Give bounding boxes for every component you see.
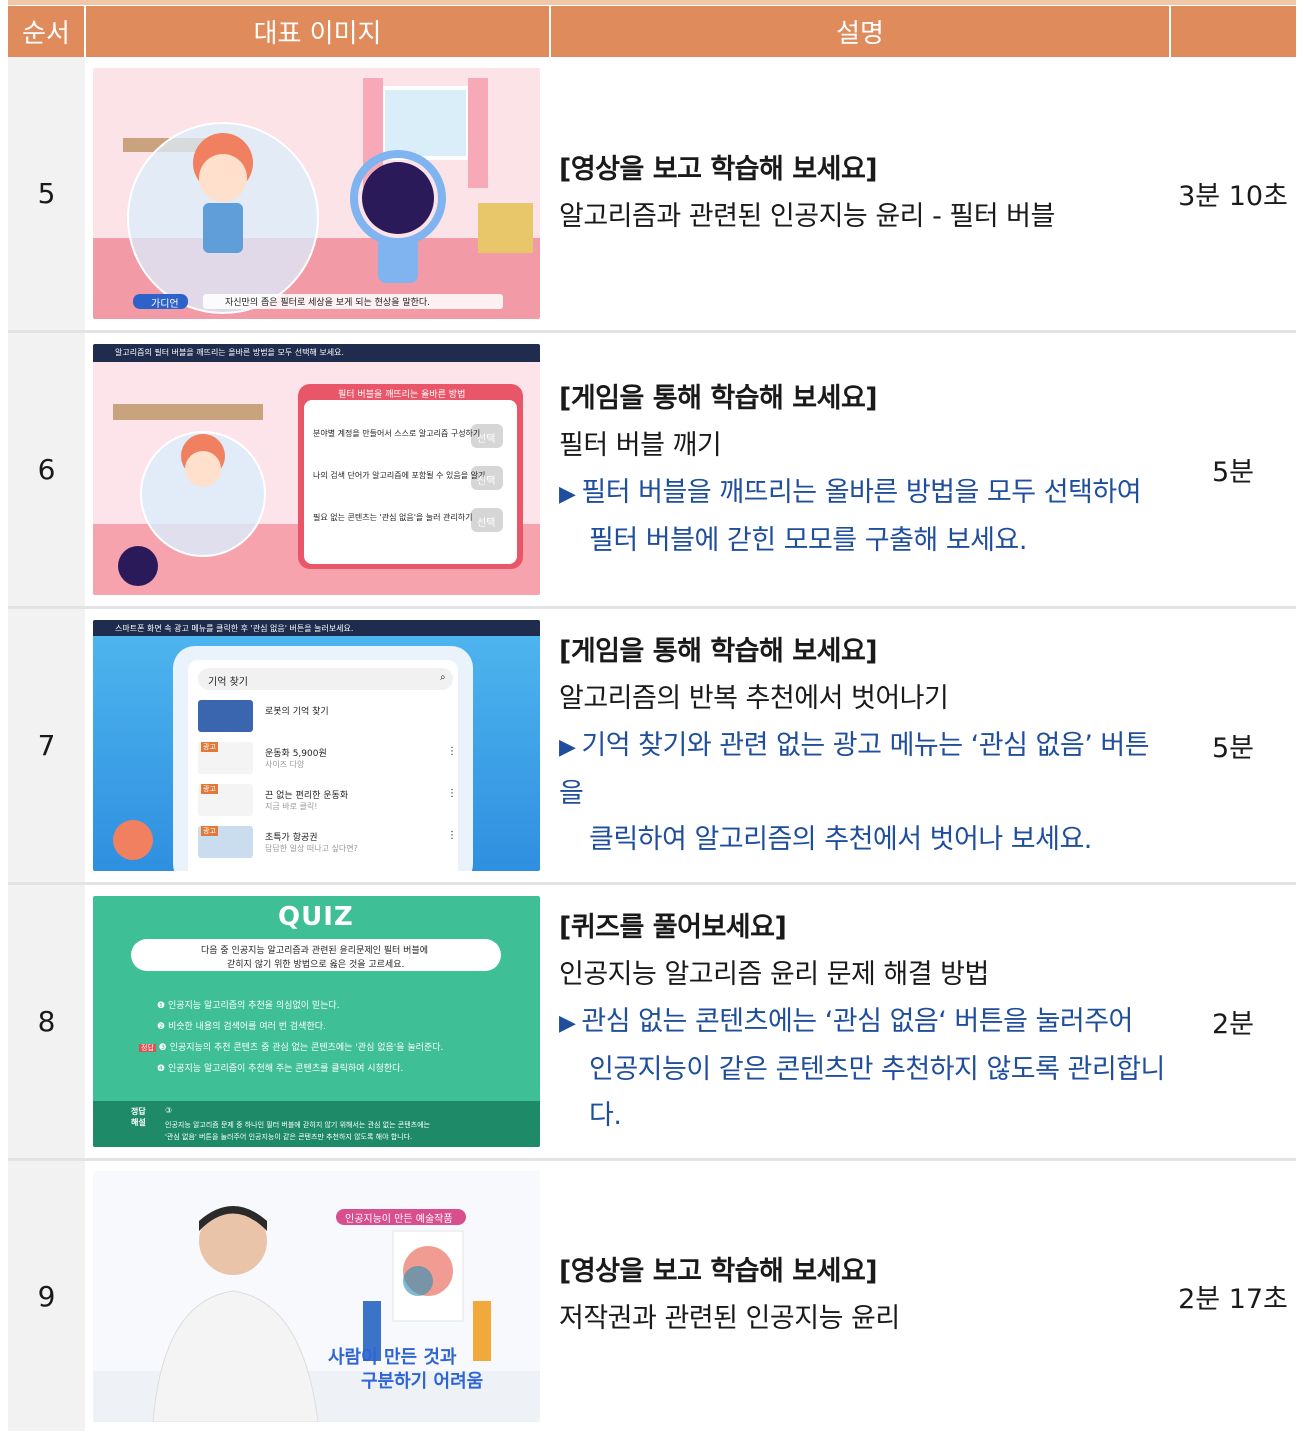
thumbnail-filter-bubble-video[interactable]: 가디언 자신만의 좁은 필터로 세상을 보게 되는 현상을 말한다. xyxy=(93,68,540,319)
artwork-badge: 인공지능이 만든 예술작품 xyxy=(345,1213,453,1225)
explanation-number: ③ xyxy=(165,1106,173,1115)
table-header-row: 순서 대표 이미지 설명 xyxy=(8,6,1296,57)
select-button[interactable]: 선택 xyxy=(477,514,495,529)
list-item-sub: 사이즈 다양 xyxy=(265,760,305,769)
list-item-title[interactable]: 끈 없는 편리한 운동화 xyxy=(265,788,348,801)
triangle-right-icon: ▶ xyxy=(559,1010,576,1036)
ad-badge: 광고 xyxy=(201,784,218,794)
activity-note: ▶ 기억 찾기와 관련 없는 광고 메뉴는 ‘관심 없음’ 버튼을 클릭하여 알고… xyxy=(559,729,1150,855)
game-instruction: 스마트폰 화면 속 광고 메뉴를 클릭한 후 '관심 없음' 버튼을 눌러보세요… xyxy=(115,624,354,633)
row-number: 6 xyxy=(8,331,85,609)
search-icon[interactable]: ⌕ xyxy=(440,672,446,683)
thumbnail-filter-bubble-game[interactable]: 알고리즘의 필터 버블을 깨뜨리는 올바른 방법을 모두 선택해 보세요. 필터… xyxy=(93,344,540,595)
explanation-line2: '관심 없음' 버튼을 눌러주어 인공지능이 같은 콘텐츠만 추천하지 않도록 … xyxy=(165,1133,413,1141)
quiz-logo: QUIZ xyxy=(278,902,354,932)
duration: 5분 xyxy=(1170,607,1296,885)
row-description: [퀴즈를 풀어보세요] 인공지능 알고리즘 윤리 문제 해결 방법 ▶ 관심 없는… xyxy=(550,883,1170,1161)
list-item-sub: 지금 바로 클릭! xyxy=(265,802,318,811)
row-description: [영상을 보고 학습해 보세요] 알고리즘과 관련된 인공지능 윤리 - 필터 … xyxy=(550,57,1170,333)
select-button[interactable]: 선택 xyxy=(477,430,495,445)
activity-title: [게임을 통해 학습해 보세요] xyxy=(559,382,878,414)
table-row: 8 QUIZ 다음 중 인공지능 알고리즘과 관련된 윤리문제인 필터 버블에 … xyxy=(8,883,1296,1161)
thumbnail-copyright-video[interactable]: 인공지능이 만든 예술작품 사람이 만든 것과 구분하기 어려움 xyxy=(93,1170,540,1422)
ad-badge: 광고 xyxy=(201,826,218,836)
room-scene-illustration xyxy=(93,68,540,319)
duration: 3분 10초 xyxy=(1170,57,1296,333)
activity-title: [영상을 보고 학습해 보세요] xyxy=(559,1256,878,1287)
search-input[interactable]: 기억 찾기 xyxy=(208,673,248,688)
quiz-question-line2: 갇히지 않기 위한 방법으로 옳은 것을 고르세요. xyxy=(227,960,405,970)
header-order: 순서 xyxy=(8,6,85,57)
select-button[interactable]: 선택 xyxy=(477,472,495,487)
activity-note: ▶ 필터 버블을 깨뜨리는 올바른 방법을 모두 선택하여 필터 버블에 갇힌 모… xyxy=(559,476,1142,556)
activity-subtitle: 알고리즘의 반복 추천에서 벗어나기 xyxy=(559,682,949,714)
row-description: [게임을 통해 학습해 보세요] 필터 버블 깨기 ▶ 필터 버블을 깨뜨리는 올… xyxy=(550,331,1170,609)
table-row: 5 가디언 자신만의 좁은 필터로 세상을 보게 되는 현상을 말한다. [영상… xyxy=(8,57,1296,333)
quiz-option-1[interactable]: ❶ 인공지능 알고리즘의 추천을 의심없이 믿는다. xyxy=(157,998,340,1011)
quiz-question-line1: 다음 중 인공지능 알고리즘과 관련된 윤리문제인 필터 버블에 xyxy=(201,946,429,956)
table-row: 7 스마트폰 화면 속 광고 메뉴를 클릭한 후 '관심 없음' 버튼을 눌러보… xyxy=(8,607,1296,885)
video-caption-line2: 구분하기 어려움 xyxy=(361,1370,484,1392)
row-description: [게임을 통해 학습해 보세요] 알고리즘의 반복 추천에서 벗어나기 ▶ 기억 … xyxy=(550,607,1170,885)
activity-subtitle: 인공지능 알고리즘 윤리 문제 해결 방법 xyxy=(559,958,989,990)
option-2: 나의 검색 단어가 알고리즘에 포함될 수 있음을 알기 xyxy=(313,471,486,480)
row-number: 7 xyxy=(8,607,85,885)
list-item-title[interactable]: 운동화 5,900원 xyxy=(265,746,327,759)
explanation-line1: 인공지능 알고리즘 문제 중 하나인 필터 버블에 갇히지 않기 위해서는 관심… xyxy=(165,1121,430,1129)
triangle-right-icon: ▶ xyxy=(559,481,576,507)
activity-subtitle: 알고리즘과 관련된 인공지능 윤리 - 필터 버블 xyxy=(559,200,1055,232)
more-options-icon[interactable]: ⋮ xyxy=(447,746,457,757)
panel-title: 필터 버블을 깨뜨리는 올바른 방법 xyxy=(338,390,466,400)
explanation-label: 정답 해설 xyxy=(131,1107,146,1127)
table-row: 6 알고리즘의 필터 버블을 깨뜨리는 올바른 방법을 모두 선택해 보세요. … xyxy=(8,331,1296,609)
duration: 2분 17초 xyxy=(1178,1283,1288,1315)
activity-title: [게임을 통해 학습해 보세요] xyxy=(559,635,878,667)
more-options-icon[interactable]: ⋮ xyxy=(447,788,457,799)
row-number: 5 xyxy=(8,57,85,333)
quiz-option-4[interactable]: ❹ 인공지능 알고리즘이 추천해 주는 콘텐츠를 클릭하여 시청한다. xyxy=(157,1061,403,1074)
more-options-icon[interactable]: ⋮ xyxy=(447,830,457,841)
option-1: 분야별 계정을 만들어서 스스로 알고리즘 구성하기 xyxy=(313,429,481,438)
thumbnail-quiz[interactable]: QUIZ 다음 중 인공지능 알고리즘과 관련된 윤리문제인 필터 버블에 갇히… xyxy=(93,896,540,1147)
activity-subtitle: 저작권과 관련된 인공지능 윤리 xyxy=(559,1303,900,1334)
video-tag: 가디언 xyxy=(151,299,179,310)
thumbnail-recommendation-game[interactable]: 스마트폰 화면 속 광고 메뉴를 클릭한 후 '관심 없음' 버튼을 눌러보세요… xyxy=(93,620,540,871)
video-caption-line1: 사람이 만든 것과 xyxy=(328,1346,457,1368)
ad-badge: 광고 xyxy=(201,742,218,752)
activity-title: [영상을 보고 학습해 보세요] xyxy=(559,153,878,185)
video-caption: 자신만의 좁은 필터로 세상을 보게 되는 현상을 말한다. xyxy=(225,298,431,308)
list-item-sub: 답답한 일상 떠나고 싶다면? xyxy=(265,844,358,853)
activity-subtitle: 필터 버블 깨기 xyxy=(559,429,722,461)
header-image: 대표 이미지 xyxy=(84,6,550,57)
duration: 5분 xyxy=(1170,331,1296,609)
row-number: 9 xyxy=(8,1159,85,1431)
row-number: 8 xyxy=(8,883,85,1161)
row-description: [영상을 보고 학습해 보세요] 저작권과 관련된 인공지능 윤리 xyxy=(550,1160,1170,1432)
option-3: 필요 없는 콘텐츠는 '관심 없음'을 눌러 관리하기 xyxy=(313,513,473,522)
list-item-title[interactable]: 로봇의 기억 찾기 xyxy=(265,704,329,717)
game-instruction: 알고리즘의 필터 버블을 깨뜨리는 올바른 방법을 모두 선택해 보세요. xyxy=(115,348,344,357)
lesson-table: 순서 대표 이미지 설명 5 가디언 자신만의 좁은 필터로 세상을 보게 되는… xyxy=(8,6,1296,1431)
quiz-option-2[interactable]: ❷ 비슷한 내용의 검색어를 여러 번 검색한다. xyxy=(157,1019,326,1032)
table-top-accent xyxy=(8,0,1296,5)
activity-note: ▶ 관심 없는 콘텐츠에는 ‘관심 없음‘ 버튼을 눌러주어 인공지능이 같은 콘… xyxy=(559,1005,1165,1131)
header-time xyxy=(1169,6,1296,57)
duration: 2분 xyxy=(1170,883,1296,1161)
list-item-title[interactable]: 초특가 항공권 xyxy=(265,830,318,843)
table-row: 9 인공지능이 만든 예술작품 사람이 만든 것과 구분하기 어려움 [영상을 … xyxy=(8,1159,1296,1432)
triangle-right-icon: ▶ xyxy=(559,734,576,760)
quiz-option-3[interactable]: 정답 ❸ 인공지능의 추천 콘텐츠 중 관심 없는 콘텐츠에는 '관심 없음'을… xyxy=(139,1040,443,1053)
header-description: 설명 xyxy=(549,6,1170,57)
activity-title: [퀴즈를 풀어보세요] xyxy=(559,911,787,943)
